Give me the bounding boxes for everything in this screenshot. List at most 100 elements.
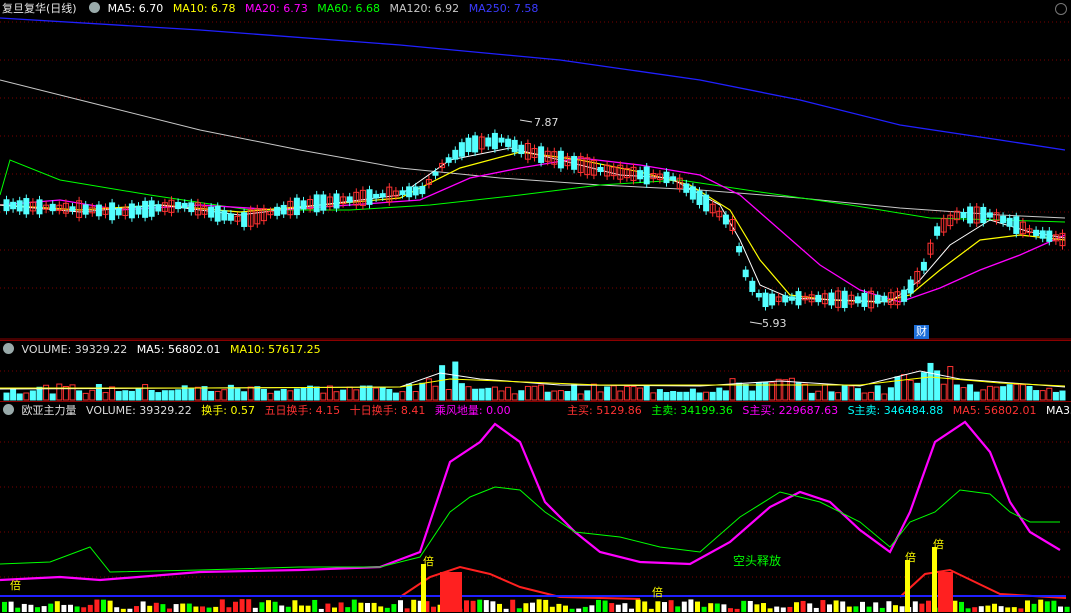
volume-pane[interactable]: VOLUME: 39329.22 MA5: 56802.01 MA10: 576… (0, 340, 1071, 401)
financial-report-badge[interactable]: 财 (914, 325, 929, 339)
bottom-bar (635, 599, 641, 612)
volume-bar (465, 386, 472, 401)
corner-circle-icon[interactable] (1055, 3, 1067, 15)
bottom-bar (134, 606, 139, 612)
volume-label: VOLUME: 39329.22 (21, 343, 128, 356)
bottom-bar (510, 599, 516, 612)
volume-bar (630, 386, 637, 401)
bottom-bar (741, 600, 747, 612)
candle-body (241, 212, 248, 227)
volume-bar (1013, 383, 1020, 401)
ma5-line (0, 147, 1066, 303)
settings-icon[interactable] (89, 2, 101, 13)
bottom-bar (239, 599, 245, 612)
volume-bar (214, 390, 221, 401)
bottom-bar (213, 606, 219, 612)
volume-bar (128, 390, 135, 401)
low-price-label: 5.93 (762, 317, 787, 330)
volume-bar (696, 392, 703, 401)
bottom-bar (272, 601, 278, 612)
volume-bar (1046, 387, 1053, 401)
volume-bar (901, 374, 908, 401)
volume-bar (887, 387, 894, 401)
highlight-bar (932, 547, 937, 612)
bottom-bar (714, 603, 720, 612)
candle-body (571, 155, 578, 170)
bottom-bar (622, 603, 628, 612)
bottom-bar (21, 603, 27, 612)
bottom-bar (87, 604, 93, 612)
red-block (938, 572, 953, 612)
volume-bar (254, 386, 261, 401)
candle-body (538, 146, 545, 163)
volume-bar (280, 388, 287, 401)
volume-bar (155, 392, 162, 401)
indicator-settings-icon[interactable] (3, 404, 14, 415)
candle-body (1039, 230, 1046, 239)
bottom-bar (800, 600, 806, 612)
volume-bar (749, 390, 756, 401)
volume-bar (478, 388, 485, 401)
bottom-bar (642, 601, 648, 612)
volume-bar (293, 388, 300, 401)
price-pane[interactable]: 复旦复华(日线) MA5: 6.70 MA10: 6.78 MA20: 6.73… (0, 0, 1071, 340)
volume-bar (23, 392, 30, 401)
bottom-bar (563, 605, 568, 612)
bottom-bar (747, 600, 753, 612)
volume-settings-icon[interactable] (3, 343, 14, 354)
volume-bar (683, 391, 690, 401)
volume-bar (736, 382, 743, 401)
volume-bar (234, 388, 241, 401)
candle-body (214, 205, 221, 222)
main-buy-label: 主买: 5129.86 (567, 404, 642, 417)
bottom-bar (794, 602, 799, 612)
indicator-pane[interactable]: 欧亚主力量 VOLUME: 39329.22 换手: 0.57 五日换手: 4.… (0, 401, 1071, 613)
candle-body (841, 290, 848, 309)
bottom-bar (582, 606, 588, 612)
candle-body (934, 226, 941, 236)
bottom-bar (365, 602, 370, 612)
bottom-bar (754, 604, 760, 612)
volume-bar (729, 378, 736, 401)
volume-bar (135, 388, 142, 401)
candle-body (445, 157, 452, 163)
volume-ma10-label: MA10: 57617.25 (229, 343, 321, 356)
volume-bar (1006, 384, 1013, 401)
candle-body (115, 208, 122, 216)
bottom-bar (338, 602, 344, 612)
volume-bar (346, 386, 353, 401)
volume-bar (854, 388, 861, 401)
candle-body (135, 205, 142, 215)
volume-header: VOLUME: 39329.22 MA5: 56802.01 MA10: 576… (0, 341, 327, 359)
bottom-bar (853, 606, 859, 612)
bottom-bar (74, 606, 80, 612)
bottom-bar (609, 603, 615, 612)
bottom-bar (886, 601, 892, 612)
main-sell-label: 主卖: 34199.36 (651, 404, 733, 417)
bottom-bar (998, 606, 1004, 612)
bottom-bar (1044, 601, 1050, 612)
bottom-bar (226, 607, 232, 612)
volume-bar (709, 391, 716, 401)
main-buy-line (399, 565, 641, 600)
bottom-bar (8, 601, 14, 612)
bottom-bar (919, 603, 925, 612)
volume-bar (808, 392, 815, 401)
ma120-label: MA120: 6.92 (389, 2, 460, 15)
volume-bar (986, 385, 993, 401)
bottom-bar (378, 606, 384, 612)
volume-bar (452, 361, 459, 401)
candle-body (300, 200, 307, 210)
volume-bar (821, 384, 828, 401)
volume-bar (392, 392, 399, 401)
candle-body (749, 280, 756, 292)
ma250-line (0, 17, 1066, 151)
candle-body (907, 279, 914, 294)
volume-bar (802, 383, 809, 401)
candle-body (854, 296, 861, 304)
candle-body (346, 196, 353, 203)
candle-body (769, 293, 776, 306)
volume-bar (287, 390, 294, 401)
bottom-bar (325, 603, 331, 612)
volume-bar (841, 385, 848, 401)
